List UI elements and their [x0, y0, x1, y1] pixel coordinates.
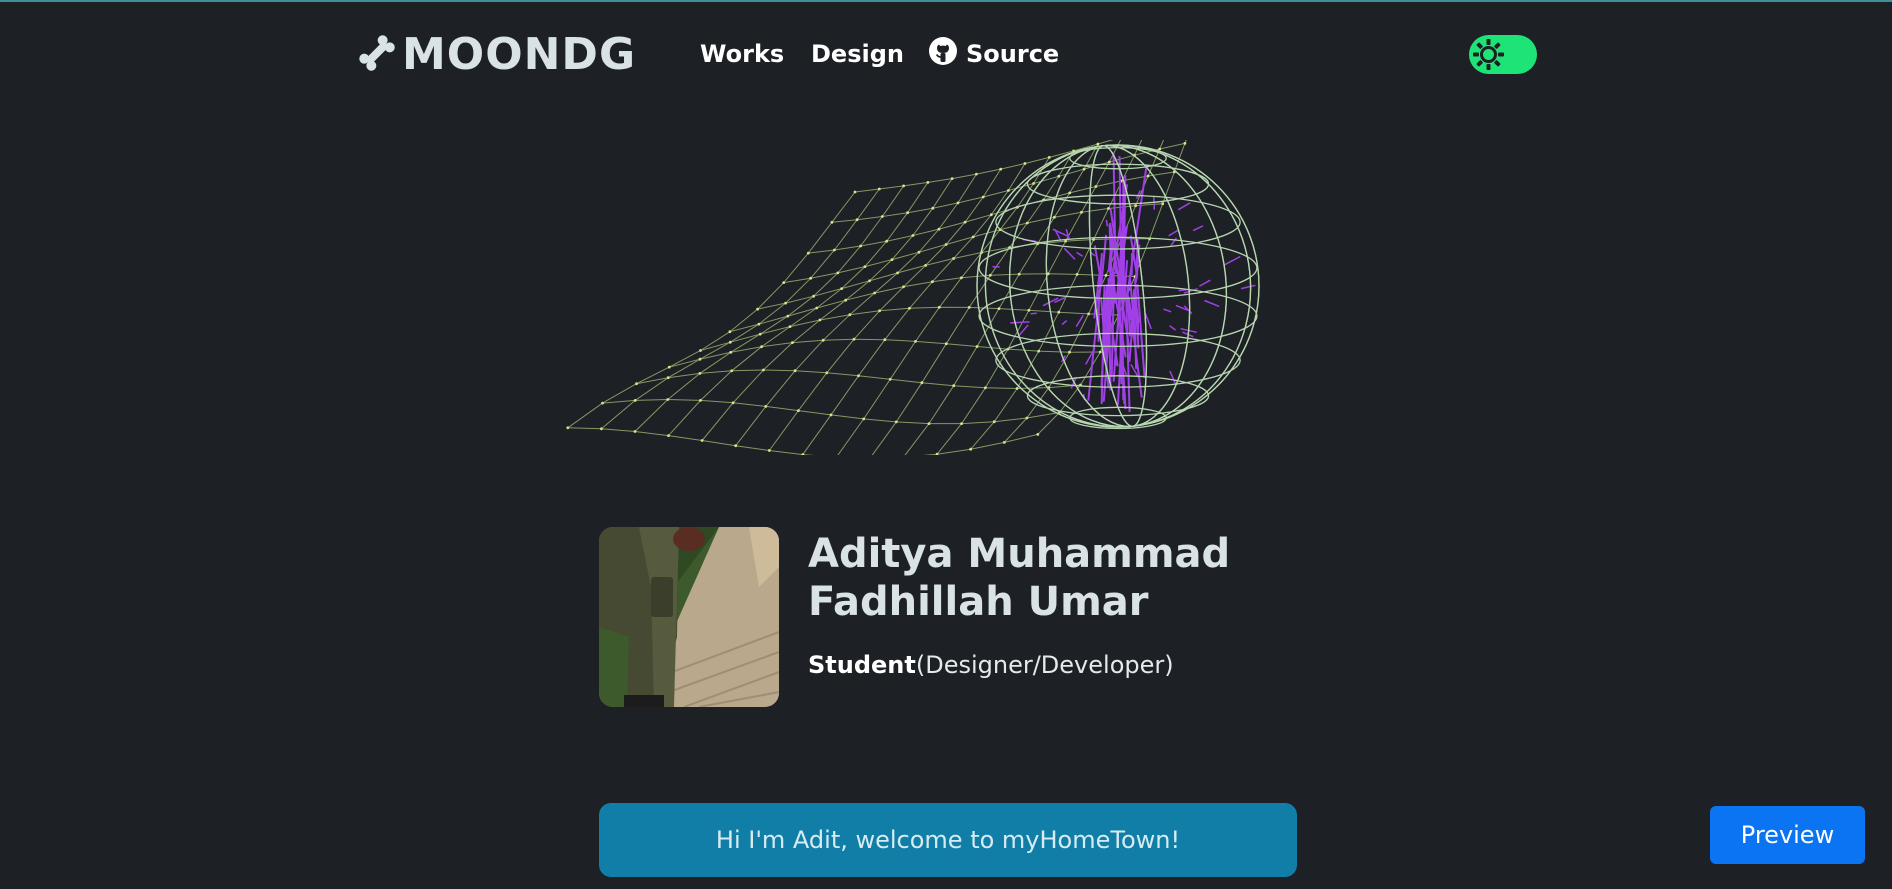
profile-name: Aditya Muhammad Fadhillah Umar: [808, 531, 1231, 625]
theme-toggle[interactable]: [1469, 35, 1537, 74]
top-navigation: MOONDG Works Design Source: [0, 0, 1892, 110]
welcome-text: Hi I'm Adit, welcome to myHomeTown!: [715, 826, 1181, 854]
preview-button[interactable]: Preview: [1710, 806, 1865, 864]
role-title: Student: [808, 651, 916, 679]
sun-icon: [1472, 38, 1505, 71]
nav-link-label: Works: [700, 40, 785, 68]
avatar: [599, 527, 779, 707]
welcome-banner: Hi I'm Adit, welcome to myHomeTown!: [599, 803, 1297, 877]
nav-link-design[interactable]: Design: [811, 38, 904, 70]
profile-role: Student(Designer/Developer): [808, 650, 1174, 680]
logo-link[interactable]: MOONDG: [356, 30, 636, 80]
nav-link-works[interactable]: Works: [700, 38, 784, 70]
nav-link-label: Design: [811, 40, 904, 68]
role-detail: (Designer/Developer): [915, 651, 1174, 679]
logo-text: MOONDG: [402, 29, 637, 80]
bone-icon: [356, 32, 398, 78]
nav-link-label: Source: [966, 40, 1060, 68]
nav-link-source[interactable]: Source: [928, 36, 1060, 72]
wireframe-sphere-scene: [566, 140, 1260, 455]
github-icon: [928, 36, 958, 72]
